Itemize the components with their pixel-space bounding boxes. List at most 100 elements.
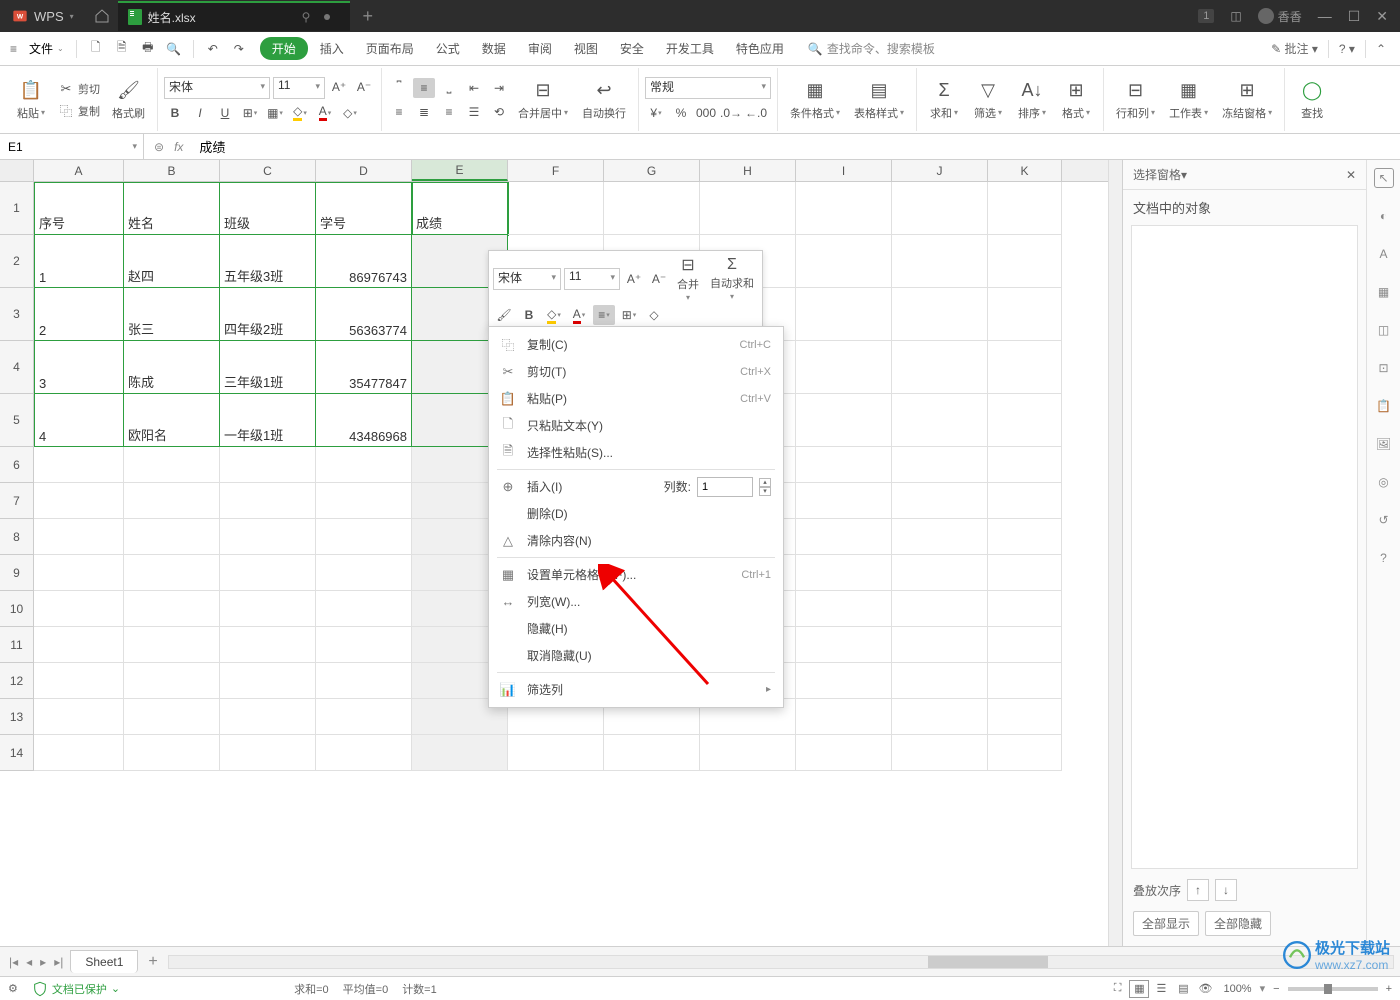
cell[interactable] [34, 591, 124, 627]
align-left-button[interactable]: ≡ [388, 102, 410, 122]
decrease-font-button[interactable]: A⁻ [353, 77, 375, 97]
row-header[interactable]: 5 [0, 394, 34, 447]
row-header[interactable]: 1 [0, 182, 34, 235]
cell[interactable] [988, 735, 1062, 771]
spinner-up[interactable]: ▴ [759, 478, 771, 487]
cell[interactable] [892, 288, 988, 341]
cell[interactable] [988, 394, 1062, 447]
cell[interactable] [796, 394, 892, 447]
add-sheet-button[interactable]: + [142, 953, 163, 971]
ctx-paste[interactable]: 📋粘贴(P)Ctrl+V [489, 385, 783, 412]
cell[interactable] [892, 591, 988, 627]
cell[interactable] [124, 735, 220, 771]
cell[interactable] [796, 519, 892, 555]
cell[interactable]: 欧阳名 [124, 394, 220, 447]
cell[interactable] [220, 555, 316, 591]
underline-button[interactable]: U [214, 103, 236, 123]
indent-increase-button[interactable]: ⇥ [488, 78, 510, 98]
cell[interactable]: 4 [34, 394, 124, 447]
tab-data[interactable]: 数据 [472, 34, 516, 63]
cell[interactable] [124, 447, 220, 483]
increase-font-button[interactable]: A⁺ [328, 77, 350, 97]
cell[interactable] [796, 182, 892, 235]
cell[interactable] [316, 591, 412, 627]
cell[interactable] [316, 483, 412, 519]
mini-bold[interactable]: B [518, 305, 540, 325]
view-reading-button[interactable]: 👁 [1195, 980, 1215, 998]
cell[interactable] [34, 735, 124, 771]
hide-all-button[interactable]: 全部隐藏 [1205, 911, 1271, 936]
side-panel-dropdown-icon[interactable]: ▾ [1181, 168, 1187, 182]
align-right-button[interactable]: ≡ [438, 102, 460, 122]
font-name-select[interactable]: 宋体 [164, 77, 270, 99]
border-button[interactable]: ⊞ [239, 103, 261, 123]
cell[interactable] [220, 519, 316, 555]
cell[interactable] [316, 663, 412, 699]
align-middle-button[interactable]: ≡ [413, 78, 435, 98]
cell[interactable] [796, 447, 892, 483]
strip-history-icon[interactable]: ↺ [1374, 510, 1394, 530]
align-top-button[interactable]: ⎴ [388, 78, 410, 98]
tab-review[interactable]: 审阅 [518, 34, 562, 63]
qat-print-icon[interactable]: 🖶 [137, 38, 159, 60]
titlebar-settings-icon[interactable]: ◫ [1230, 9, 1241, 23]
cell[interactable] [796, 627, 892, 663]
ctx-column-width[interactable]: ↔列宽(W)... [489, 588, 783, 615]
cell[interactable] [892, 447, 988, 483]
row-header[interactable]: 2 [0, 235, 34, 288]
tab-developer[interactable]: 开发工具 [656, 34, 724, 63]
cell[interactable] [988, 341, 1062, 394]
file-menu[interactable]: 文件 ⌄ [25, 38, 68, 59]
ctx-filter-column[interactable]: 📊筛选列 [489, 676, 783, 703]
font-color-button[interactable]: A [314, 103, 336, 123]
view-pagebreak-button[interactable]: ☰ [1151, 980, 1171, 998]
strip-template-icon[interactable]: ⊡ [1374, 358, 1394, 378]
cell[interactable] [988, 555, 1062, 591]
sheet-nav-next[interactable]: ▸ [37, 955, 49, 969]
cell[interactable] [316, 735, 412, 771]
select-all-corner[interactable] [0, 160, 34, 181]
row-header[interactable]: 6 [0, 447, 34, 483]
cell[interactable]: 86976743 [316, 235, 412, 288]
spinner[interactable]: ▴▾ [759, 478, 771, 496]
cell[interactable] [988, 663, 1062, 699]
mini-format-painter[interactable]: 🖌 [493, 305, 515, 325]
conditional-format-button[interactable]: ▦ 条件格式▾ [784, 77, 846, 123]
qat-save-icon[interactable]: 🗋 [85, 38, 107, 60]
cell[interactable] [988, 447, 1062, 483]
font-size-select[interactable]: 11 [273, 77, 325, 99]
bold-button[interactable]: B [164, 103, 186, 123]
cell[interactable] [316, 447, 412, 483]
ctx-paste-text[interactable]: 🗋只粘贴文本(Y) [489, 412, 783, 439]
row-header[interactable]: 9 [0, 555, 34, 591]
user-badge[interactable]: 香香 [1258, 8, 1302, 25]
insert-cols-input[interactable] [697, 477, 753, 497]
mini-decrease-font[interactable]: A⁻ [648, 269, 670, 289]
tab-insert[interactable]: 插入 [310, 34, 354, 63]
orientation-button[interactable]: ⟲ [488, 102, 510, 122]
strip-more-icon[interactable]: ◎ [1374, 472, 1394, 492]
cell[interactable] [34, 447, 124, 483]
mini-font-size[interactable]: 11 [564, 268, 620, 290]
col-header-B[interactable]: B [124, 160, 220, 181]
format-button[interactable]: ⊞格式▾ [1055, 77, 1097, 123]
cell[interactable]: 43486968 [316, 394, 412, 447]
tab-pin-icon[interactable]: ⚲ [302, 10, 311, 24]
tab-start[interactable]: 开始 [260, 37, 308, 60]
cell[interactable] [604, 735, 700, 771]
sheet-tab-active[interactable]: Sheet1 [70, 950, 138, 973]
ctx-paste-special[interactable]: 🗎选择性粘贴(S)... [489, 439, 783, 466]
tab-page-layout[interactable]: 页面布局 [356, 34, 424, 63]
mini-font-name[interactable]: 宋体 [493, 268, 561, 290]
mini-border[interactable]: ⊞ [618, 305, 640, 325]
format-painter-button[interactable]: 🖌 格式刷 [106, 77, 151, 123]
col-header-H[interactable]: H [700, 160, 796, 181]
cell[interactable]: 张三 [124, 288, 220, 341]
italic-button[interactable]: I [189, 103, 211, 123]
strip-select-icon[interactable]: ↖ [1374, 168, 1394, 188]
align-center-button[interactable]: ≣ [413, 102, 435, 122]
copy-button[interactable]: ⿻复制 [54, 101, 104, 121]
cell[interactable] [892, 735, 988, 771]
mini-font-color[interactable]: A [568, 305, 590, 325]
cell[interactable]: 陈成 [124, 341, 220, 394]
